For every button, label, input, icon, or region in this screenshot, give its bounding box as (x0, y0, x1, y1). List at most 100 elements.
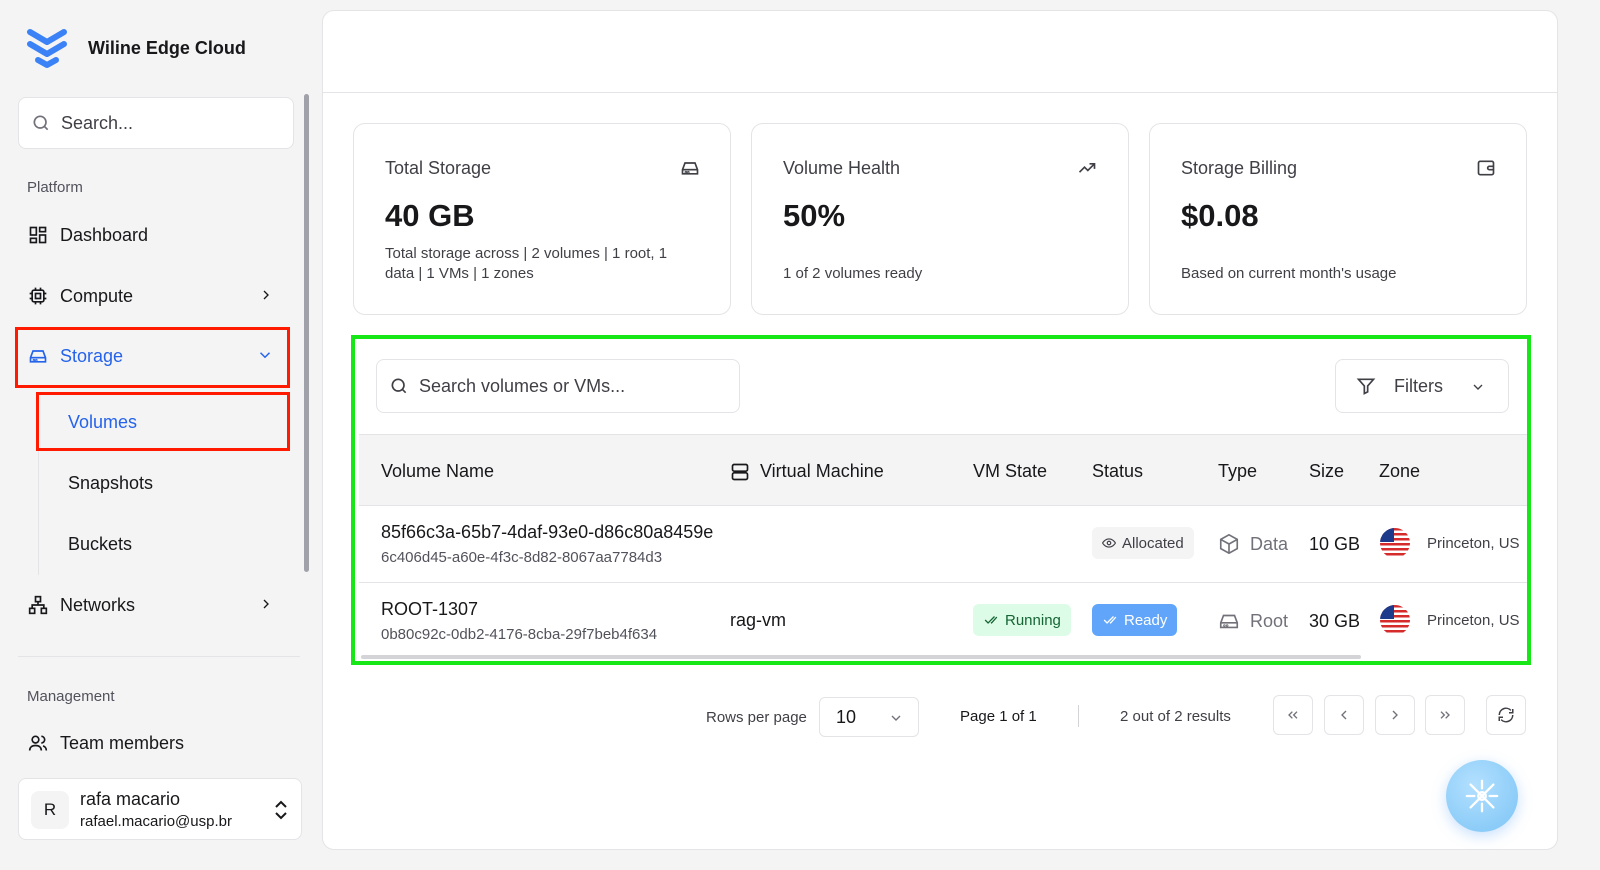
vm-name[interactable]: rag-vm (730, 610, 786, 630)
volume-name-cell: 85f66c3a-65b7-4daf-93e0-d86c80a8459e 6c4… (381, 522, 713, 566)
volume-search-input[interactable] (419, 375, 719, 397)
sidebar-item-buckets[interactable]: Buckets (40, 519, 290, 569)
chevron-down-icon (1470, 379, 1486, 400)
volume-id: 0b80c92c-0db2-4176-8cba-29f7beb4f634 (381, 626, 658, 643)
sidebar-item-label: Snapshots (68, 472, 154, 493)
search-icon (33, 115, 49, 131)
status-label: Ready (1124, 611, 1168, 629)
filters-button[interactable]: Filters (1335, 359, 1509, 413)
sidebar-item-dashboard[interactable]: Dashboard (18, 213, 288, 257)
main-content: Total Storage 40 GB Total storage across… (322, 10, 1558, 850)
rows-per-page-select[interactable]: 10 (819, 697, 919, 737)
user-name: rafa macario (80, 789, 181, 809)
platform-section-label: Platform (27, 179, 83, 196)
card-value: 50% (783, 198, 846, 233)
vm-state-label: Running (1005, 611, 1061, 629)
column-header-status[interactable]: Status (1092, 461, 1143, 482)
volume-name[interactable]: ROOT-1307 (381, 599, 657, 620)
filters-label: Filters (1394, 375, 1443, 396)
brand-title: Wiline Edge Cloud (88, 37, 246, 58)
wiline-logo-icon (27, 29, 67, 68)
column-header-size[interactable]: Size (1309, 461, 1344, 482)
sidebar-item-team-members[interactable]: Team members (18, 721, 288, 765)
rows-per-page-value: 10 (836, 706, 857, 727)
next-page-button[interactable] (1375, 695, 1415, 735)
type-cell: Root (1218, 610, 1288, 632)
refresh-button[interactable] (1486, 695, 1526, 735)
total-storage-card: Total Storage 40 GB Total storage across… (353, 123, 731, 315)
card-description: Based on current month's usage (1181, 265, 1397, 282)
chevron-left-icon (1341, 710, 1347, 720)
type-label: Root (1250, 610, 1289, 631)
previous-page-button[interactable] (1324, 695, 1364, 735)
vm-state-cell: Running (973, 604, 1071, 636)
card-value: 40 GB (385, 198, 475, 233)
server-icon (731, 463, 749, 480)
rows-per-page-label: Rows per page (706, 709, 807, 726)
column-header-volume-name[interactable]: Volume Name (381, 461, 494, 482)
card-description: Total storage across | 2 volumes | 1 roo… (385, 245, 668, 282)
table-row[interactable]: 85f66c3a-65b7-4daf-93e0-d86c80a8459e 6c4… (359, 506, 1527, 583)
column-header-virtual-machine[interactable]: Virtual Machine (730, 461, 884, 482)
assistant-fab-button[interactable] (1446, 760, 1518, 832)
main-header (323, 11, 1557, 93)
sidebar-scrollbar[interactable] (304, 94, 309, 572)
pagination-divider (1078, 705, 1079, 727)
chevron-right-icon (258, 595, 274, 618)
brand[interactable]: Wiline Edge Cloud (26, 26, 246, 70)
sidebar: Wiline Edge Cloud Platform Dashboard Com… (0, 0, 318, 870)
sidebar-item-networks[interactable]: Networks (18, 583, 288, 627)
chevrons-up-down-icon (273, 799, 289, 826)
column-header-label: Virtual Machine (760, 461, 884, 481)
card-description: 1 of 2 volumes ready (783, 265, 923, 282)
us-flag-icon (1380, 528, 1410, 558)
first-page-button[interactable] (1273, 695, 1313, 735)
status-badge: Allocated (1092, 527, 1194, 559)
chevron-right-icon (258, 286, 274, 309)
trending-up-icon (1076, 158, 1098, 183)
sidebar-item-compute[interactable]: Compute (18, 274, 288, 318)
user-email: rafael.macario@usp.br (80, 813, 232, 830)
results-count: 2 out of 2 results (1120, 708, 1231, 725)
sidebar-item-snapshots[interactable]: Snapshots (40, 458, 290, 508)
volume-name[interactable]: 85f66c3a-65b7-4daf-93e0-d86c80a8459e (381, 522, 713, 543)
zone-label: Princeton, US (1427, 611, 1520, 629)
status-cell: Ready (1092, 604, 1178, 636)
hard-drive-icon (680, 158, 700, 183)
chevrons-left-icon (1288, 711, 1298, 719)
box-icon (1219, 533, 1239, 555)
sidebar-item-label: Buckets (68, 533, 133, 554)
column-header-zone[interactable]: Zone (1379, 461, 1420, 482)
vm-cell: rag-vm (730, 610, 786, 631)
card-title: Storage Billing (1181, 158, 1298, 178)
volume-id: 6c406d45-a60e-4f3c-8d82-8067aa7784d3 (381, 549, 663, 566)
sidebar-search-input[interactable] (61, 112, 281, 134)
volume-health-card: Volume Health 50% 1 of 2 volumes ready (751, 123, 1129, 315)
dashboard-icon (28, 225, 48, 245)
volume-search[interactable] (376, 359, 740, 413)
user-menu[interactable]: R rafa macario rafael.macario@usp.br (18, 778, 302, 840)
type-cell: Data (1218, 533, 1288, 555)
chevrons-right-icon (1440, 711, 1450, 719)
size-cell: 30 GB (1309, 611, 1361, 631)
zone-label: Princeton, US (1427, 534, 1520, 552)
sidebar-item-label: Compute (60, 285, 134, 306)
storage-billing-card: Storage Billing $0.08 Based on current m… (1149, 123, 1527, 315)
column-header-vm-state[interactable]: VM State (973, 461, 1047, 482)
last-page-button[interactable] (1425, 695, 1465, 735)
zone-cell: Princeton, US (1379, 604, 1520, 636)
table-row[interactable]: ROOT-1307 0b80c92c-0db2-4176-8cba-29f7be… (359, 583, 1527, 660)
zone-cell: Princeton, US (1379, 527, 1520, 559)
volumes-table-panel: Filters Volume Name Virtual Machine VM S… (351, 335, 1531, 665)
size-cell: 10 GB (1309, 534, 1361, 554)
sidebar-search[interactable] (18, 97, 294, 149)
users-icon (28, 733, 48, 753)
wallet-icon (1476, 158, 1496, 183)
type-label: Data (1250, 533, 1289, 554)
volume-name-cell: ROOT-1307 0b80c92c-0db2-4176-8cba-29f7be… (381, 599, 657, 643)
sidebar-item-label: Team members (60, 732, 185, 753)
column-header-type[interactable]: Type (1218, 461, 1257, 482)
table-horizontal-scrollbar[interactable] (361, 655, 1361, 659)
us-flag-icon (1380, 605, 1410, 635)
hard-drive-icon (1219, 614, 1239, 629)
